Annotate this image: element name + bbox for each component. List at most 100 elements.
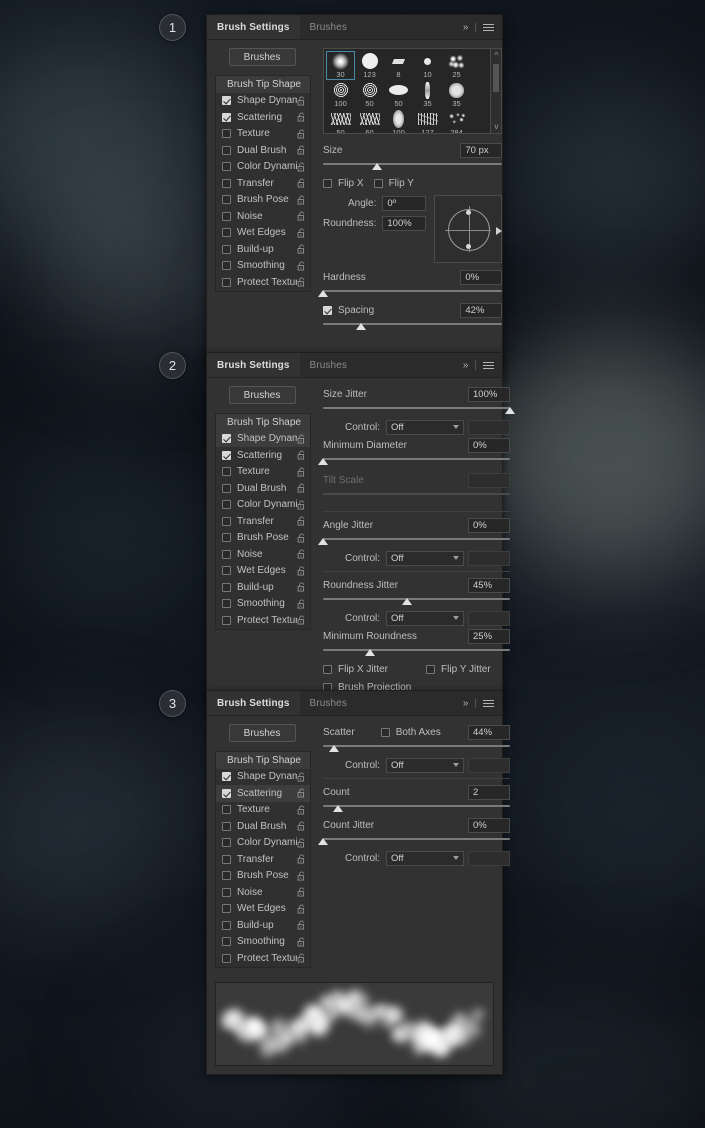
lock-open-icon[interactable] bbox=[297, 582, 306, 592]
tab-brush-settings[interactable]: Brush Settings bbox=[207, 691, 300, 715]
sidebar-item-noise[interactable]: Noise bbox=[216, 884, 310, 901]
checkbox-brush-pose[interactable] bbox=[222, 533, 231, 543]
sidebar-item-protect-texture[interactable]: Protect Texture bbox=[216, 274, 310, 291]
checkbox-dual-brush[interactable] bbox=[222, 145, 231, 155]
count-slider[interactable] bbox=[323, 802, 511, 813]
checkbox-shape-dynamics[interactable] bbox=[222, 434, 231, 444]
sidebar-item-transfer[interactable]: Transfer bbox=[216, 513, 310, 530]
sidebar-item-shape-dynamics[interactable]: Shape Dynamics bbox=[216, 93, 310, 110]
lock-open-icon[interactable] bbox=[297, 450, 306, 460]
brush-preset-item[interactable]: 123 bbox=[355, 51, 384, 80]
lock-toggle[interactable] bbox=[297, 533, 306, 543]
lock-toggle[interactable] bbox=[297, 261, 306, 271]
scrollbar-thumb[interactable] bbox=[493, 64, 500, 92]
checkbox-wet-edges[interactable] bbox=[222, 228, 231, 238]
scatter-slider[interactable] bbox=[323, 742, 511, 753]
collapse-icon[interactable]: » bbox=[463, 22, 469, 33]
lock-open-icon[interactable] bbox=[297, 805, 306, 815]
checkbox-color-dynamics[interactable] bbox=[222, 162, 231, 172]
lock-open-icon[interactable] bbox=[297, 788, 306, 798]
checkbox-noise[interactable] bbox=[222, 887, 231, 897]
collapse-icon[interactable]: » bbox=[463, 698, 469, 709]
checkbox-protect-texture[interactable] bbox=[222, 953, 231, 963]
sidebar-item-texture[interactable]: Texture bbox=[216, 464, 310, 481]
lock-open-icon[interactable] bbox=[297, 500, 306, 510]
lock-toggle[interactable] bbox=[297, 838, 306, 848]
checkbox-transfer[interactable] bbox=[222, 854, 231, 864]
min-diameter-value[interactable]: 0% bbox=[468, 437, 511, 453]
lock-toggle[interactable] bbox=[297, 821, 306, 831]
count-value[interactable]: 2 bbox=[468, 784, 511, 800]
spacing-checkbox[interactable] bbox=[323, 305, 332, 315]
spacing-value[interactable]: 42% bbox=[460, 302, 503, 318]
lock-toggle[interactable] bbox=[297, 788, 306, 798]
lock-toggle[interactable] bbox=[297, 228, 306, 238]
sidebar-item-brush-pose[interactable]: Brush Pose bbox=[216, 192, 310, 209]
lock-open-icon[interactable] bbox=[297, 228, 306, 238]
brush-tip-shape-row[interactable]: Brush Tip Shape bbox=[216, 76, 310, 93]
lock-toggle[interactable] bbox=[297, 434, 306, 444]
checkbox-build-up[interactable] bbox=[222, 244, 231, 254]
brush-preset-item[interactable]: 30 bbox=[326, 51, 355, 80]
sidebar-item-brush-pose[interactable]: Brush Pose bbox=[216, 868, 310, 885]
spacing-slider[interactable] bbox=[323, 320, 503, 331]
lock-toggle[interactable] bbox=[297, 937, 306, 947]
lock-toggle[interactable] bbox=[297, 211, 306, 221]
lock-toggle[interactable] bbox=[297, 500, 306, 510]
checkbox-color-dynamics[interactable] bbox=[222, 500, 231, 510]
brush-preset-item[interactable]: 127 bbox=[413, 109, 442, 133]
checkbox-transfer[interactable] bbox=[222, 178, 231, 188]
lock-toggle[interactable] bbox=[297, 483, 306, 493]
size-slider[interactable] bbox=[323, 160, 503, 171]
angle-value[interactable]: 0º bbox=[382, 195, 427, 211]
sidebar-item-shape-dynamics[interactable]: Shape Dynamics bbox=[216, 430, 310, 447]
lock-toggle[interactable] bbox=[297, 904, 306, 914]
sidebar-item-protect-texture[interactable]: Protect Texture bbox=[216, 950, 310, 967]
roundness-jitter-control-select[interactable]: Off bbox=[386, 610, 465, 626]
lock-open-icon[interactable] bbox=[297, 178, 306, 188]
checkbox-protect-texture[interactable] bbox=[222, 615, 231, 625]
sidebar-item-color-dynamics[interactable]: Color Dynamics bbox=[216, 159, 310, 176]
min-roundness-slider[interactable] bbox=[323, 646, 511, 657]
lock-toggle[interactable] bbox=[297, 615, 306, 625]
lock-open-icon[interactable] bbox=[297, 195, 306, 205]
lock-open-icon[interactable] bbox=[297, 533, 306, 543]
lock-open-icon[interactable] bbox=[297, 211, 306, 221]
checkbox-transfer[interactable] bbox=[222, 516, 231, 526]
sidebar-item-noise[interactable]: Noise bbox=[216, 208, 310, 225]
angle-jitter-value[interactable]: 0% bbox=[468, 517, 511, 533]
count-jitter-control-select[interactable]: Off bbox=[386, 850, 465, 866]
lock-toggle[interactable] bbox=[297, 805, 306, 815]
lock-toggle[interactable] bbox=[297, 566, 306, 576]
count-jitter-value[interactable]: 0% bbox=[468, 817, 511, 833]
lock-toggle[interactable] bbox=[297, 244, 306, 254]
hamburger-menu-icon[interactable] bbox=[483, 360, 494, 371]
checkbox-wet-edges[interactable] bbox=[222, 904, 231, 914]
lock-open-icon[interactable] bbox=[297, 112, 306, 122]
collapse-icon[interactable]: » bbox=[463, 360, 469, 371]
flip-x-checkbox[interactable] bbox=[323, 178, 332, 188]
sidebar-item-build-up[interactable]: Build-up bbox=[216, 579, 310, 596]
scroll-up-icon[interactable]: ^ bbox=[494, 51, 498, 60]
hamburger-menu-icon[interactable] bbox=[483, 22, 494, 33]
brush-preset-item[interactable]: 35 bbox=[442, 80, 471, 109]
sidebar-item-dual-brush[interactable]: Dual Brush bbox=[216, 480, 310, 497]
lock-open-icon[interactable] bbox=[297, 599, 306, 609]
checkbox-smoothing[interactable] bbox=[222, 599, 231, 609]
brush-preset-item[interactable]: 50 bbox=[384, 80, 413, 109]
lock-toggle[interactable] bbox=[297, 549, 306, 559]
brush-preset-item[interactable]: 35 bbox=[413, 80, 442, 109]
checkbox-smoothing[interactable] bbox=[222, 261, 231, 271]
brush-preset-item[interactable]: 8 bbox=[384, 51, 413, 80]
lock-open-icon[interactable] bbox=[297, 904, 306, 914]
lock-toggle[interactable] bbox=[297, 450, 306, 460]
count-jitter-control-extra[interactable] bbox=[468, 850, 511, 866]
brush-preset-item[interactable]: 60 bbox=[355, 109, 384, 133]
roundness-jitter-slider[interactable] bbox=[323, 595, 511, 606]
checkbox-scattering[interactable] bbox=[222, 112, 231, 122]
size-value[interactable]: 70 px bbox=[460, 142, 503, 158]
sidebar-item-noise[interactable]: Noise bbox=[216, 546, 310, 563]
lock-toggle[interactable] bbox=[297, 516, 306, 526]
checkbox-shape-dynamics[interactable] bbox=[222, 772, 231, 782]
brush-preset-item[interactable]: 284 bbox=[442, 109, 471, 133]
